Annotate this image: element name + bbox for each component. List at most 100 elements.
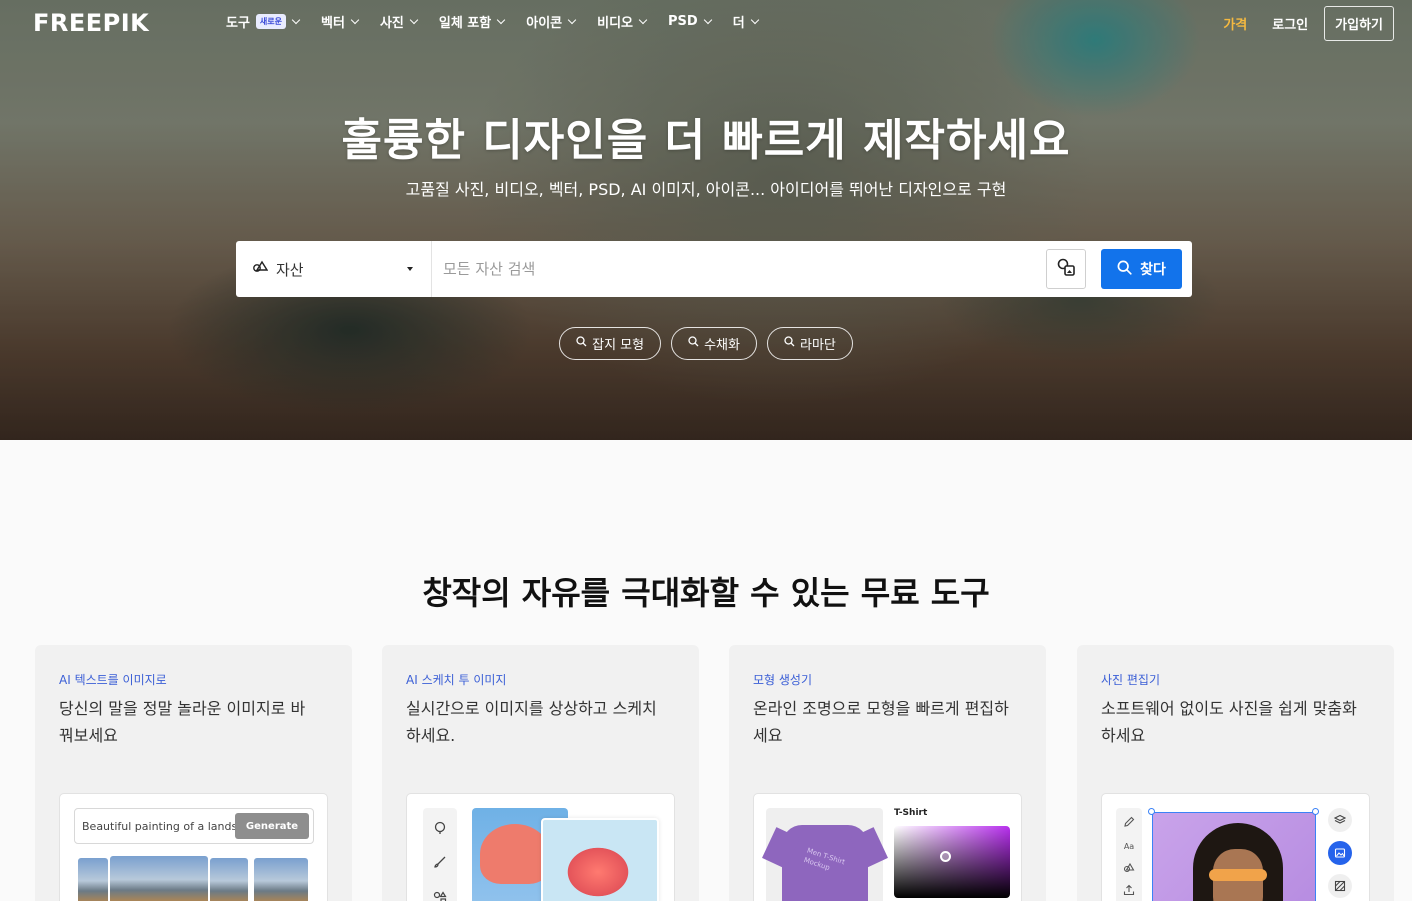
hero-section: FREEPIK 도구 새로운 벡터 사진 일체 포함 아이콘 비디오 PSD 더… <box>0 0 1412 440</box>
pricing-link[interactable]: 가격 <box>1223 14 1247 33</box>
hero-subtitle: 고품질 사진, 비디오, 벡터, PSD, AI 이미지, 아이콘... 아이디… <box>405 180 1007 199</box>
suggestion-label: 라마단 <box>799 338 836 353</box>
tool-description: 소프트웨어 없이도 사진을 쉽게 맞춤화하세요 <box>1101 699 1357 745</box>
freepik-logo[interactable]: FREEPIK <box>33 9 149 37</box>
shapes-icon <box>1121 860 1137 876</box>
search-icon <box>688 336 699 351</box>
nav-item-label: 더 <box>732 15 745 31</box>
nav-item-vectors[interactable]: 벡터 <box>321 12 360 31</box>
search-category-dropdown[interactable]: 자산 <box>236 241 432 297</box>
nav-item-label: 벡터 <box>321 15 345 31</box>
search-bar: 자산 찾다 <box>236 241 1192 297</box>
tool-tag: AI 텍스트를 이미지로 <box>59 673 167 687</box>
suggestion-chip[interactable]: 수채화 <box>671 327 757 360</box>
generate-button: Generate <box>235 813 309 839</box>
ai-result-image <box>541 818 659 901</box>
nav-item-label: 일체 포함 <box>438 15 492 31</box>
nav-item-label: 아이콘 <box>526 15 563 31</box>
suggestion-chips: 잡지 모형 수채화 라마단 <box>0 327 1412 360</box>
search-input[interactable] <box>432 241 1046 297</box>
mockup-label: T-Shirt <box>894 808 928 818</box>
signup-button[interactable]: 가입하기 <box>1324 6 1394 41</box>
tool-description: 실시간으로 이미지를 상상하고 스케치하세요. <box>406 699 657 745</box>
tshirt-image: Men T-Shirt Mockup <box>781 825 868 901</box>
main-menu: 도구 새로운 벡터 사진 일체 포함 아이콘 비디오 PSD 더 <box>226 0 780 42</box>
image-search-icon <box>1056 257 1076 281</box>
tool-description: 온라인 조명으로 모형을 빠르게 편집하세요 <box>753 699 1009 745</box>
generated-thumbnail <box>254 858 308 901</box>
new-badge: 새로운 <box>255 13 287 29</box>
editor-toolbar: Aa <box>1116 808 1142 901</box>
search-icon <box>784 336 795 351</box>
tshirt-print-text: Men T-Shirt Mockup <box>802 846 846 872</box>
brain-icon <box>432 820 448 836</box>
search-button[interactable]: 찾다 <box>1101 249 1182 289</box>
prompt-bar: Beautiful painting of a landscape Genera… <box>74 808 314 844</box>
tool-preview: Aa <box>1101 793 1370 901</box>
nav-actions: 가격 로그인 가입하기 <box>1223 6 1394 41</box>
nav-item-videos[interactable]: 비디오 <box>597 12 648 31</box>
nav-item-photos[interactable]: 사진 <box>379 12 419 31</box>
chevron-down-icon <box>409 15 419 24</box>
editor-canvas <box>1152 812 1316 901</box>
search-icon <box>1117 260 1132 279</box>
nav-item-tools[interactable]: 도구 새로운 <box>226 12 301 31</box>
portrait-sunglasses <box>1209 869 1267 881</box>
nav-item-ai[interactable]: 일체 포함 <box>438 12 506 31</box>
nav-item-more[interactable]: 더 <box>732 12 759 31</box>
login-link[interactable]: 로그인 <box>1272 14 1308 33</box>
tool-card-mockup-generator[interactable]: 모형 생성기 온라인 조명으로 모형을 빠르게 편집하세요 Men T-Shir… <box>729 645 1046 901</box>
tool-card-sketch-to-image[interactable]: AI 스케치 투 이미지 실시간으로 이미지를 상상하고 스케치하세요. <box>382 645 699 901</box>
hero-title: 훌륭한 디자인을 더 빠르게 제작하세요 <box>341 115 1071 166</box>
nav-item-icons[interactable]: 아이콘 <box>526 12 577 31</box>
suggestion-label: 수채화 <box>704 338 740 353</box>
chevron-down-icon <box>291 15 301 24</box>
search-icon <box>576 336 587 351</box>
search-button-label: 찾다 <box>1140 262 1166 278</box>
tool-preview: Men T-Shirt Mockup T-Shirt <box>753 793 1022 901</box>
nav-item-label: 사진 <box>379 15 404 31</box>
top-nav: FREEPIK 도구 새로운 벡터 사진 일체 포함 아이콘 비디오 PSD 더… <box>0 0 1412 42</box>
caret-down-icon <box>407 267 413 271</box>
resize-handle <box>1312 808 1319 815</box>
nav-item-label: 비디오 <box>597 15 634 31</box>
prompt-text: Beautiful painting of a landscape <box>82 819 235 833</box>
tool-preview <box>406 793 675 901</box>
tool-tag: AI 스케치 투 이미지 <box>406 673 507 687</box>
tool-tag: 사진 편집기 <box>1101 673 1161 687</box>
image-search-button[interactable] <box>1046 249 1086 289</box>
tool-tag: 모형 생성기 <box>753 673 813 687</box>
brush-icon <box>432 854 448 870</box>
image-icon <box>1328 841 1352 865</box>
color-picker <box>894 826 1010 898</box>
shapes-icon <box>432 890 448 901</box>
resize-handle <box>1148 808 1155 815</box>
search-category-label: 자산 <box>276 260 304 279</box>
tool-preview: Beautiful painting of a landscape Genera… <box>59 793 328 901</box>
chevron-down-icon <box>638 15 648 24</box>
tool-card-photo-editor[interactable]: 사진 편집기 소프트웨어 없이도 사진을 쉽게 맞춤화하세요 Aa <box>1077 645 1394 901</box>
pencil-icon <box>1121 814 1137 830</box>
nav-item-label: 도구 <box>226 15 250 31</box>
nav-item-label: PSD <box>668 13 698 29</box>
generated-thumbnail <box>110 856 208 901</box>
upload-icon <box>1121 882 1137 898</box>
text-icon: Aa <box>1123 841 1135 851</box>
chevron-down-icon <box>703 15 712 24</box>
suggestion-chip[interactable]: 잡지 모형 <box>559 327 662 360</box>
mockup-photo: Men T-Shirt Mockup <box>766 808 883 901</box>
tool-description: 당신의 말을 정말 놀라운 이미지로 바꿔보세요 <box>59 699 306 745</box>
nav-item-psd[interactable]: PSD <box>668 13 712 29</box>
suggestion-label: 잡지 모형 <box>592 338 645 353</box>
generated-thumbnail <box>210 858 248 901</box>
tools-section-title: 창작의 자유를 극대화할 수 있는 무료 도구 <box>422 574 990 612</box>
suggestion-chip[interactable]: 라마단 <box>766 327 853 360</box>
assets-icon <box>252 259 269 279</box>
chevron-down-icon <box>567 15 577 24</box>
sketch-toolbar <box>423 808 457 901</box>
generated-thumbnail <box>78 858 108 901</box>
chevron-down-icon <box>496 15 506 24</box>
color-picker-handle <box>940 851 951 862</box>
layers-icon <box>1328 808 1352 832</box>
tool-card-text-to-image[interactable]: AI 텍스트를 이미지로 당신의 말을 정말 놀라운 이미지로 바꿔보세요 Be… <box>35 645 352 901</box>
